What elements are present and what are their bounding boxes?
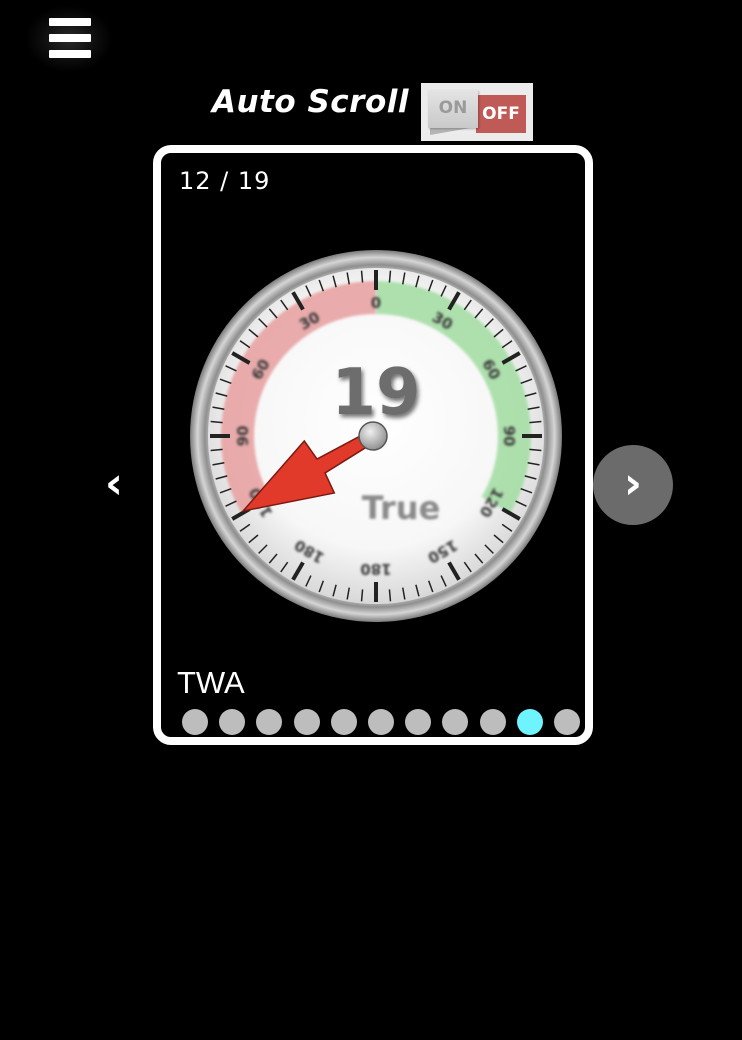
gauge-true-label: True [362,489,441,527]
gauge-scale-label: 0 [371,294,381,312]
auto-scroll-label: Auto Scroll [212,84,410,120]
slide-counter: 12 / 19 [179,167,271,195]
pagination-dot[interactable] [405,709,432,735]
minor-tick [529,420,542,424]
hamburger-menu-button[interactable] [26,6,112,72]
hamburger-menu-icon-bar [49,50,91,58]
slide-pagination [174,709,580,737]
next-slide-button[interactable]: › [593,445,673,525]
minor-tick [388,270,392,283]
minor-tick [360,270,364,283]
toggle-on-label: ON [428,90,478,128]
minor-tick [210,420,223,424]
minor-tick [529,448,542,452]
minor-tick [360,589,364,602]
pagination-dot[interactable] [293,709,320,735]
pagination-dot[interactable] [256,709,283,735]
toggle-flap-shadow [430,127,476,135]
auto-scroll-toggle[interactable]: OFF ON [421,83,533,141]
gauge-scale-label: 90 [500,426,518,447]
previous-slide-button[interactable]: ‹ [92,452,136,516]
gauge-scale-label: 180 [360,560,391,578]
twa-gauge: 0306090120150180180120906030 19 True [189,249,563,623]
pagination-dot[interactable] [554,709,580,735]
gauge-caption: TWA [177,665,245,700]
minor-tick [210,448,223,452]
pagination-dot[interactable] [368,709,394,735]
hamburger-menu-icon [49,18,91,26]
hamburger-menu-icon-bar [49,34,91,42]
gauge-scale-label: 90 [234,426,252,447]
minor-tick [388,589,392,602]
gauge-value-readout: 19 [331,356,420,430]
toggle-off-label: OFF [476,95,526,133]
pagination-dot[interactable] [182,709,208,735]
pagination-dot[interactable] [219,709,246,735]
app-screen: Auto Scroll OFF ON ‹ 12 / 19 0 30 60 90 … [0,0,742,1040]
pagination-dot[interactable] [479,709,506,735]
twa-gauge-dial: 0306090120150180180120906030 19 True [190,250,562,622]
pagination-dot-active[interactable] [516,709,543,735]
gauge-carousel-card: 12 / 19 0 30 60 90 120 150 180 180 90 60… [153,145,593,745]
pagination-dot[interactable] [330,709,357,735]
pagination-dot[interactable] [442,709,469,735]
gauge-needle-hub [358,421,388,451]
